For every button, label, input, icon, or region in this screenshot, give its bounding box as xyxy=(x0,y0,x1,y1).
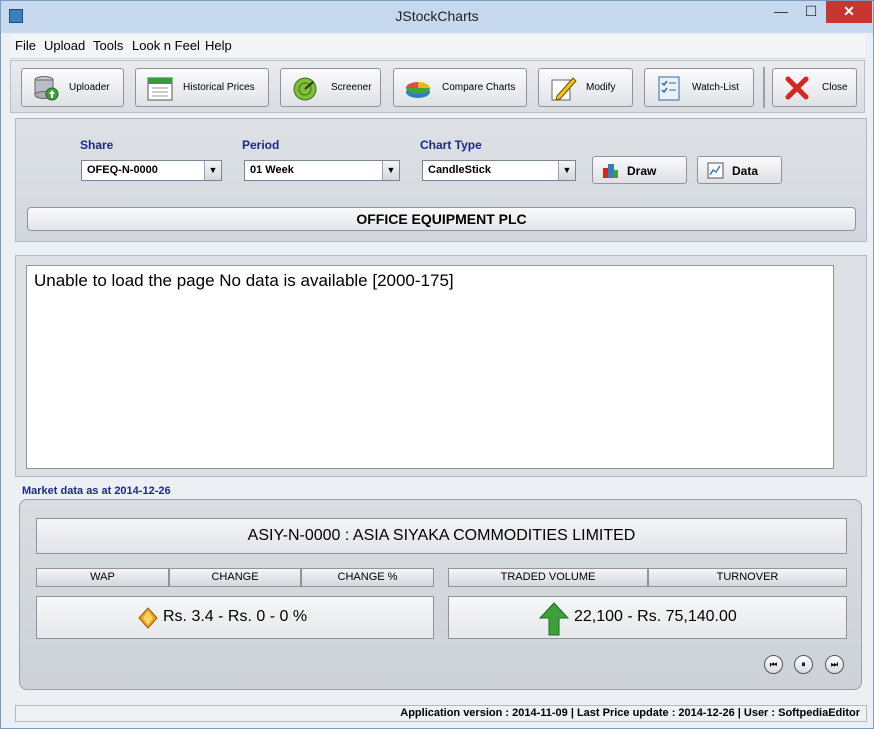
chart-display-area: Unable to load the page No data is avail… xyxy=(26,265,834,469)
chart-type-value: CandleStick xyxy=(428,164,491,176)
ticker-stock-title: ASIY-N-0000 : ASIA SIYAKA COMMODITIES LI… xyxy=(36,518,847,554)
company-name-bar: OFFICE EQUIPMENT PLC xyxy=(27,207,856,231)
close-label: Close xyxy=(822,82,848,93)
data-button[interactable]: Data xyxy=(697,156,782,184)
close-button[interactable]: Close xyxy=(772,68,857,107)
arrow-up-icon xyxy=(539,602,569,636)
header-change-percent: CHANGE % xyxy=(301,568,434,587)
chevron-down-icon[interactable]: ▼ xyxy=(204,161,221,180)
status-bar: Application version : 2014-11-09 | Last … xyxy=(15,705,867,722)
header-change: CHANGE xyxy=(169,568,301,587)
chart-panel: Unable to load the page No data is avail… xyxy=(15,255,867,477)
watch-list-button[interactable]: Watch-List xyxy=(644,68,754,107)
volume-value-box: 22,100 - Rs. 75,140.00 xyxy=(448,596,847,639)
no-data-message: Unable to load the page No data is avail… xyxy=(34,271,454,290)
screener-button[interactable]: Screener xyxy=(280,68,381,107)
uploader-button[interactable]: Uploader xyxy=(21,68,124,107)
market-ticker-panel: ASIY-N-0000 : ASIA SIYAKA COMMODITIES LI… xyxy=(19,499,862,690)
period-label: Period xyxy=(242,138,280,152)
pie-chart-icon xyxy=(406,82,430,98)
compare-charts-button[interactable]: Compare Charts xyxy=(393,68,527,107)
historical-prices-button[interactable]: Historical Prices xyxy=(135,68,269,107)
menu-help[interactable]: Help xyxy=(205,38,232,53)
watch-list-label: Watch-List xyxy=(692,82,739,93)
database-upload-icon xyxy=(34,76,59,101)
chart-type-label: Chart Type xyxy=(420,138,482,152)
volume-turnover-text: 22,100 - Rs. 75,140.00 xyxy=(574,608,737,625)
pencil-edit-icon xyxy=(551,77,577,101)
close-x-icon xyxy=(785,76,809,100)
share-value: OFEQ-N-0000 xyxy=(87,164,158,176)
radar-icon xyxy=(293,77,317,101)
price-value-box: Rs. 3.4 - Rs. 0 - 0 % xyxy=(36,596,434,639)
toolbar-separator xyxy=(763,67,765,108)
color-cubes-icon xyxy=(603,164,618,178)
minimize-button[interactable]: — xyxy=(766,1,796,23)
menu-bar: File Upload Tools Look n Feel Help xyxy=(10,34,865,59)
historical-prices-label: Historical Prices xyxy=(183,82,255,93)
window-title: JStockCharts xyxy=(395,8,479,24)
maximize-button[interactable]: ☐ xyxy=(796,1,826,23)
uploader-label: Uploader xyxy=(69,82,110,93)
pause-icon[interactable]: ⏸ xyxy=(794,655,813,674)
data-label: Data xyxy=(732,164,759,178)
draw-button[interactable]: Draw xyxy=(592,156,687,184)
period-select[interactable]: 01 Week ▼ xyxy=(244,160,400,181)
calendar-icon xyxy=(147,77,173,101)
toolbar: Uploader Historical Prices Screener Comp… xyxy=(10,60,865,113)
market-date-label: Market data as at 2014-12-26 xyxy=(22,485,171,497)
modify-button[interactable]: Modify xyxy=(538,68,633,107)
price-change-text: Rs. 3.4 - Rs. 0 - 0 % xyxy=(163,608,308,625)
title-bar: JStockCharts — ☐ ✕ xyxy=(1,1,873,33)
share-label: Share xyxy=(80,138,114,152)
compare-charts-label: Compare Charts xyxy=(442,82,516,93)
menu-tools[interactable]: Tools xyxy=(93,38,123,53)
screener-label: Screener xyxy=(331,82,372,93)
menu-upload[interactable]: Upload xyxy=(44,38,85,53)
chart-type-select[interactable]: CandleStick ▼ xyxy=(422,160,576,181)
chevron-down-icon[interactable]: ▼ xyxy=(382,161,399,180)
data-sheet-icon xyxy=(707,162,724,179)
next-icon[interactable]: ⏭ xyxy=(825,655,844,674)
draw-label: Draw xyxy=(627,164,657,178)
period-value: 01 Week xyxy=(250,164,294,176)
header-wap: WAP xyxy=(36,568,169,587)
header-traded-volume: TRADED VOLUME xyxy=(448,568,648,587)
menu-file[interactable]: File xyxy=(15,38,36,53)
status-text: Application version : 2014-11-09 | Last … xyxy=(400,707,860,719)
checklist-icon xyxy=(658,76,680,101)
app-window: JStockCharts — ☐ ✕ File Upload Tools Loo… xyxy=(0,0,874,729)
chart-selection-panel: Share OFEQ-N-0000 ▼ Period 01 Week ▼ Cha… xyxy=(15,118,867,242)
modify-label: Modify xyxy=(586,82,616,93)
header-turnover: TURNOVER xyxy=(648,568,847,587)
chevron-down-icon[interactable]: ▼ xyxy=(558,161,575,180)
menu-look-n-feel[interactable]: Look n Feel xyxy=(132,38,200,53)
diamond-neutral-icon xyxy=(138,607,158,629)
share-select[interactable]: OFEQ-N-0000 ▼ xyxy=(81,160,222,181)
close-window-button[interactable]: ✕ xyxy=(826,1,872,23)
previous-icon[interactable]: ⏮ xyxy=(764,655,783,674)
